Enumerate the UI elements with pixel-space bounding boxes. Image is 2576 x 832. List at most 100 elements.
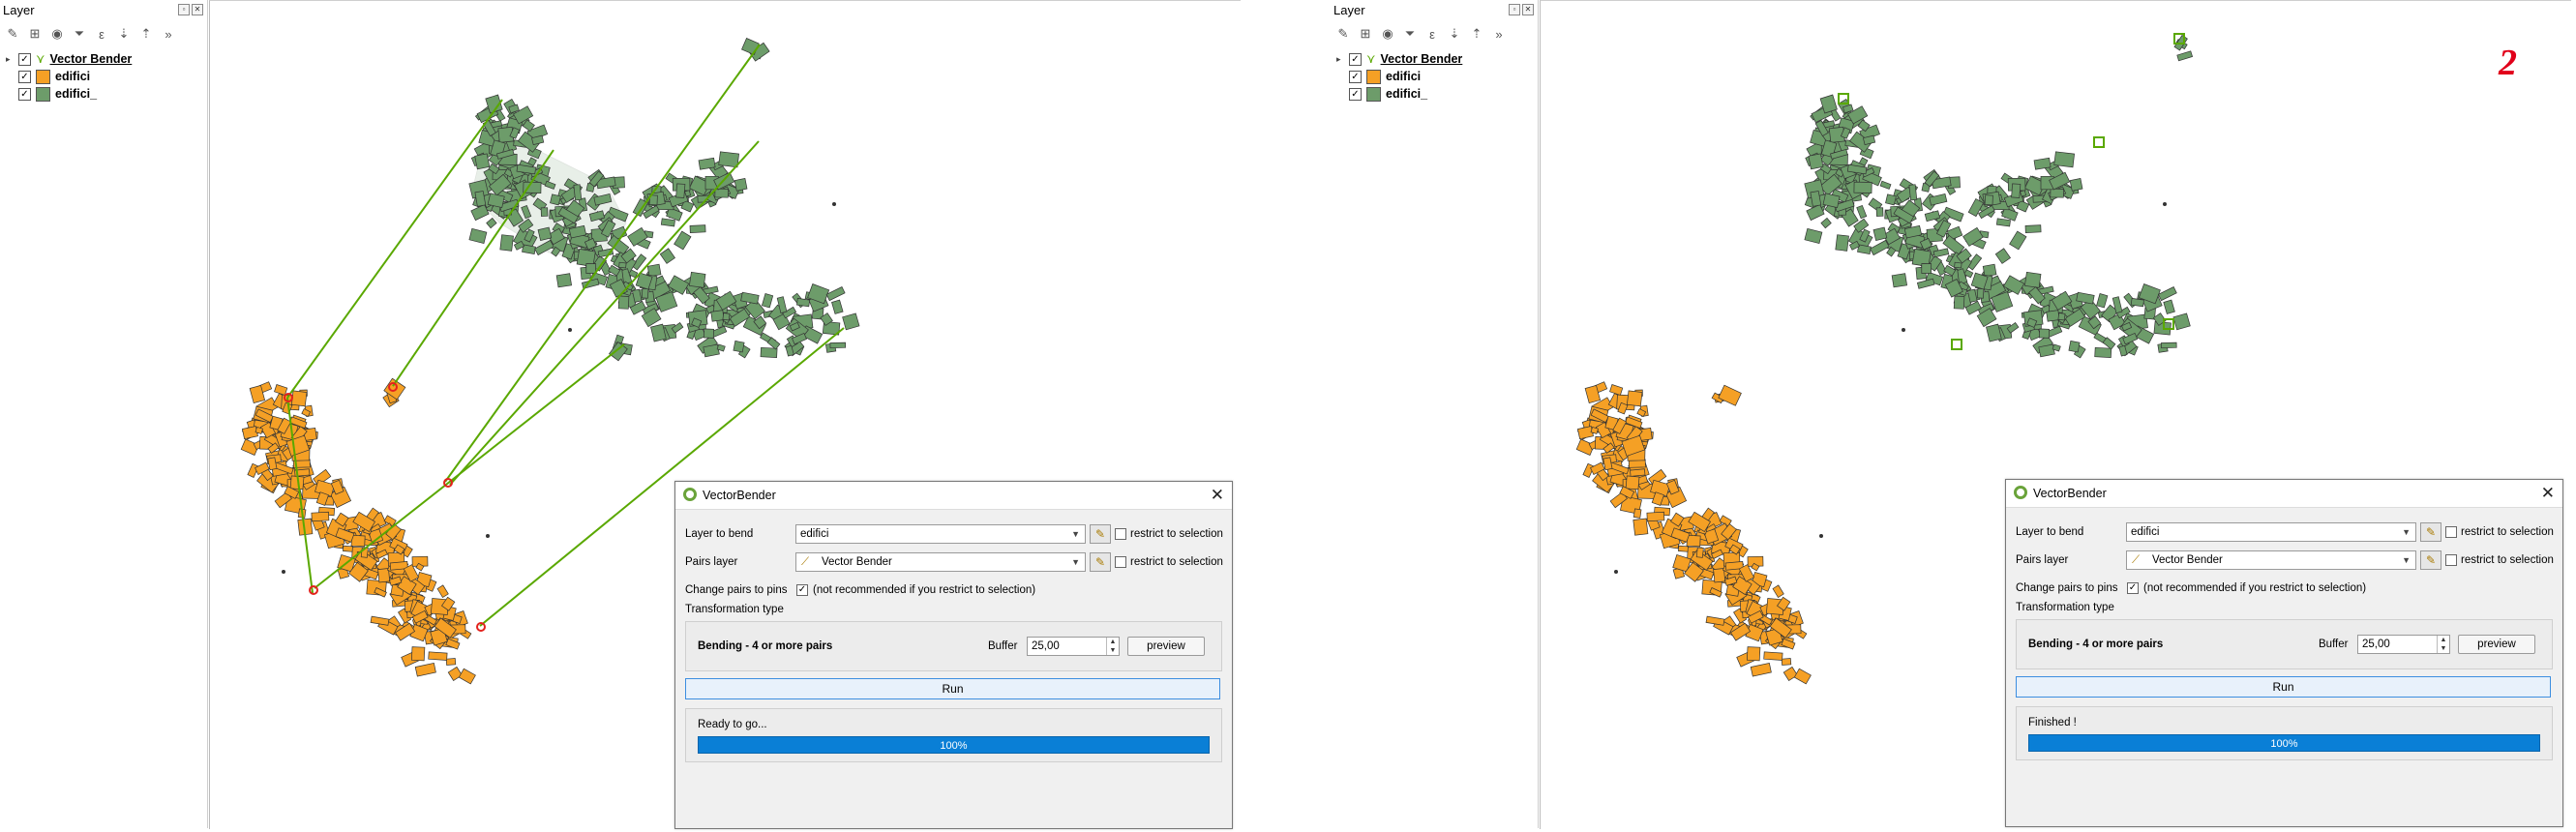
add-group-icon[interactable]: ⊞ — [1357, 25, 1374, 43]
preview-button[interactable]: preview — [2458, 635, 2535, 654]
panel-window-buttons: ▫ ✕ — [178, 4, 203, 15]
preview-button[interactable]: preview — [1127, 637, 1205, 656]
float-icon[interactable]: ▫ — [178, 4, 190, 15]
edit-pencil-icon[interactable]: ✎ — [2420, 550, 2441, 570]
run-button[interactable]: Run — [2016, 676, 2551, 698]
building-polygon — [1870, 239, 1890, 256]
restrict-selection-checkbox[interactable] — [2445, 526, 2457, 538]
expression-filter-icon[interactable]: ε — [1423, 25, 1441, 43]
float-icon[interactable]: ▫ — [1509, 4, 1520, 15]
building-polygon — [734, 177, 748, 192]
eye-icon[interactable]: ◉ — [48, 25, 66, 43]
building-polygon — [1627, 390, 1643, 407]
collapse-all-icon[interactable]: ⇡ — [137, 25, 155, 43]
building-polygon — [722, 312, 731, 321]
layer-item-edifici[interactable]: ✓ edifici — [1336, 68, 1534, 85]
restrict-selection-label: restrict to selection — [2461, 554, 2554, 566]
building-polygon — [1632, 518, 1649, 536]
layer-item-edifici[interactable]: ✓ edifici — [6, 68, 203, 85]
layer-checkbox[interactable]: ✓ — [18, 52, 31, 66]
building-polygon — [274, 384, 288, 396]
more-icon[interactable]: » — [160, 25, 177, 43]
change-pairs-label: Change pairs to pins — [2016, 582, 2118, 594]
building-polygon — [2053, 151, 2075, 168]
buffer-input[interactable]: 25,00 ▲ ▼ — [2357, 635, 2450, 654]
building-polygon — [2068, 340, 2081, 353]
close-icon[interactable]: ✕ — [1522, 4, 1534, 15]
style-icon[interactable]: ✎ — [4, 25, 21, 43]
change-pairs-label: Change pairs to pins — [685, 584, 788, 596]
progress-bar: 100% — [698, 736, 1210, 754]
screenshot-1: Layer ▫ ✕ ✎ ⊞ ◉ ⏷ ε ⇣ ⇡ » ▸ ✓ ⋎ Vector B… — [0, 0, 1241, 832]
close-icon[interactable]: ✕ — [2541, 484, 2555, 503]
add-group-icon[interactable]: ⊞ — [26, 25, 44, 43]
building-polygon — [710, 310, 725, 322]
filter-icon[interactable]: ⏷ — [71, 25, 88, 43]
edit-pencil-icon[interactable]: ✎ — [1090, 524, 1111, 544]
change-pairs-checkbox[interactable]: ✓ — [2127, 582, 2139, 594]
change-pairs-checkbox[interactable]: ✓ — [796, 584, 808, 596]
pairs-layer-select[interactable]: ⟋ Vector Bender ▼ — [2126, 550, 2416, 570]
layers-panel-title: Layer — [1333, 3, 1365, 17]
layer-checkbox[interactable]: ✓ — [1349, 70, 1362, 83]
restrict-selection-checkbox[interactable] — [1115, 528, 1126, 540]
layer-checkbox[interactable]: ✓ — [1349, 52, 1362, 66]
building-polygon — [675, 183, 686, 198]
run-button[interactable]: Run — [685, 678, 1220, 699]
close-icon[interactable]: ✕ — [1211, 486, 1224, 505]
pairs-layer-select[interactable]: ⟋ Vector Bender ▼ — [795, 552, 1086, 572]
transformation-type-label: Transformation type — [685, 604, 784, 615]
edit-pencil-icon[interactable]: ✎ — [1090, 552, 1111, 572]
restrict-selection-checkbox[interactable] — [1115, 556, 1126, 568]
layer-checkbox[interactable]: ✓ — [1349, 87, 1362, 101]
building-polygon — [573, 184, 583, 201]
layer-to-bend-label: Layer to bend — [685, 528, 754, 540]
layer-item-edifici-copy[interactable]: ✓ edifici_ — [6, 85, 203, 103]
layer-label: Vector Bender — [1380, 52, 1463, 66]
collapse-all-icon[interactable]: ⇡ — [1468, 25, 1485, 43]
layer-item-edifici-copy[interactable]: ✓ edifici_ — [1336, 85, 1534, 103]
expand-arrow-icon[interactable]: ▸ — [1336, 54, 1344, 65]
layers-toolbar: ✎ ⊞ ◉ ⏷ ε ⇣ ⇡ » — [1334, 23, 1534, 45]
edit-pencil-icon[interactable]: ✎ — [2420, 522, 2441, 542]
layer-to-bend-value: edifici — [800, 528, 829, 540]
layer-checkbox[interactable]: ✓ — [18, 70, 31, 83]
building-polygon — [1625, 475, 1640, 490]
transformation-type-label: Transformation type — [2016, 602, 2114, 613]
building-polygon — [689, 271, 706, 288]
layer-item-vector-bender[interactable]: ▸ ✓ ⋎ Vector Bender — [6, 50, 203, 68]
building-polygon — [1763, 651, 1783, 661]
building-polygon — [445, 658, 457, 666]
building-polygon — [660, 218, 675, 227]
dialog-titlebar: VectorBender ✕ — [2006, 480, 2562, 508]
vector-bender-icon: ⋎ — [1366, 51, 1376, 66]
expand-all-icon[interactable]: ⇣ — [1446, 25, 1463, 43]
building-polygon — [1984, 194, 1993, 206]
building-polygon — [1954, 261, 1962, 269]
spin-arrows-icon[interactable]: ▲ ▼ — [2437, 636, 2449, 653]
layer-checkbox[interactable]: ✓ — [18, 87, 31, 101]
building-polygon — [698, 157, 716, 170]
layer-to-bend-select[interactable]: edifici ▼ — [795, 524, 1086, 544]
building-polygon — [2024, 224, 2042, 233]
spin-arrows-icon[interactable]: ▲ ▼ — [1106, 638, 1119, 655]
eye-icon[interactable]: ◉ — [1379, 25, 1396, 43]
layer-to-bend-select[interactable]: edifici ▼ — [2126, 522, 2416, 542]
close-icon[interactable]: ✕ — [192, 4, 203, 15]
expand-all-icon[interactable]: ⇣ — [115, 25, 133, 43]
style-icon[interactable]: ✎ — [1334, 25, 1352, 43]
filter-icon[interactable]: ⏷ — [1401, 25, 1419, 43]
more-icon[interactable]: » — [1490, 25, 1508, 43]
layer-item-vector-bender[interactable]: ▸ ✓ ⋎ Vector Bender — [1336, 50, 1534, 68]
building-polygon — [1875, 207, 1884, 217]
building-polygon — [411, 646, 426, 662]
building-polygon — [2033, 157, 2052, 170]
buffer-input[interactable]: 25,00 ▲ ▼ — [1027, 637, 1120, 656]
building-polygon — [1856, 204, 1868, 220]
expand-arrow-icon[interactable]: ▸ — [6, 54, 14, 65]
status-group: Finished ! 100% — [2016, 706, 2553, 760]
building-polygon — [1772, 584, 1784, 598]
restrict-selection-checkbox[interactable] — [2445, 554, 2457, 566]
expression-filter-icon[interactable]: ε — [93, 25, 110, 43]
building-polygon — [1747, 646, 1761, 662]
